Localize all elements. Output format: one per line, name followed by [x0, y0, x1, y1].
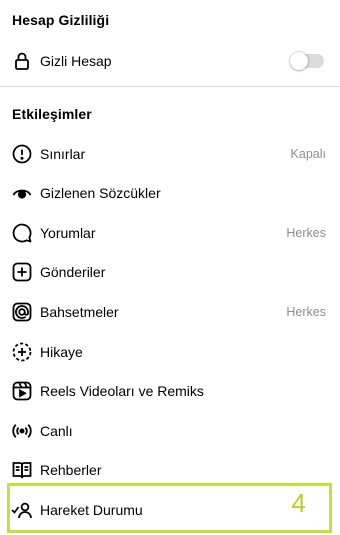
private-account-label: Gizli Hesap: [40, 53, 112, 69]
menu-item-comments[interactable]: Yorumlar Herkes: [0, 214, 340, 252]
toggle-knob: [290, 52, 308, 70]
menu-item-label: Hikaye: [40, 344, 83, 360]
section-title-account-privacy: Hesap Gizliliği: [12, 12, 110, 28]
menu-item-label: Canlı: [40, 423, 73, 439]
comment-icon: [11, 222, 33, 244]
limits-icon: [11, 143, 33, 165]
live-icon: [11, 420, 33, 442]
menu-item-mentions[interactable]: Bahsetmeler Herkes: [0, 293, 340, 331]
menu-item-label: Reels Videoları ve Remiks: [40, 383, 204, 399]
menu-item-live[interactable]: Canlı: [0, 412, 340, 450]
menu-item-limits[interactable]: Sınırlar Kapalı: [0, 135, 340, 173]
private-account-toggle[interactable]: [290, 52, 324, 70]
section-divider: [0, 86, 340, 87]
lock-icon: [11, 50, 33, 72]
menu-item-reels-remix[interactable]: Reels Videoları ve Remiks: [0, 372, 340, 410]
menu-item-value: Kapalı: [290, 147, 326, 161]
menu-item-label: Sınırlar: [40, 146, 86, 162]
step-number-label: 4: [291, 488, 306, 518]
posts-icon: [11, 261, 33, 283]
story-icon: [11, 341, 33, 363]
guides-icon: [11, 459, 33, 481]
menu-item-label: Bahsetmeler: [40, 304, 119, 320]
menu-item-story[interactable]: Hikaye: [0, 333, 340, 371]
menu-item-label: Gizlenen Sözcükler: [40, 185, 161, 201]
reels-icon: [11, 380, 33, 402]
menu-item-value: Herkes: [286, 226, 326, 240]
hidden-words-icon: [11, 182, 33, 204]
menu-item-posts[interactable]: Gönderiler: [0, 253, 340, 291]
menu-item-value: Herkes: [286, 305, 326, 319]
menu-item-label: Gönderiler: [40, 264, 106, 280]
section-title-interactions: Etkileşimler: [12, 106, 92, 122]
private-account-row[interactable]: Gizli Hesap: [0, 42, 340, 80]
menu-item-hidden-words[interactable]: Gizlenen Sözcükler: [0, 174, 340, 212]
highlight-box: [7, 483, 332, 533]
mention-icon: [11, 301, 33, 323]
menu-item-label: Yorumlar: [40, 225, 96, 241]
menu-item-label: Rehberler: [40, 462, 102, 478]
